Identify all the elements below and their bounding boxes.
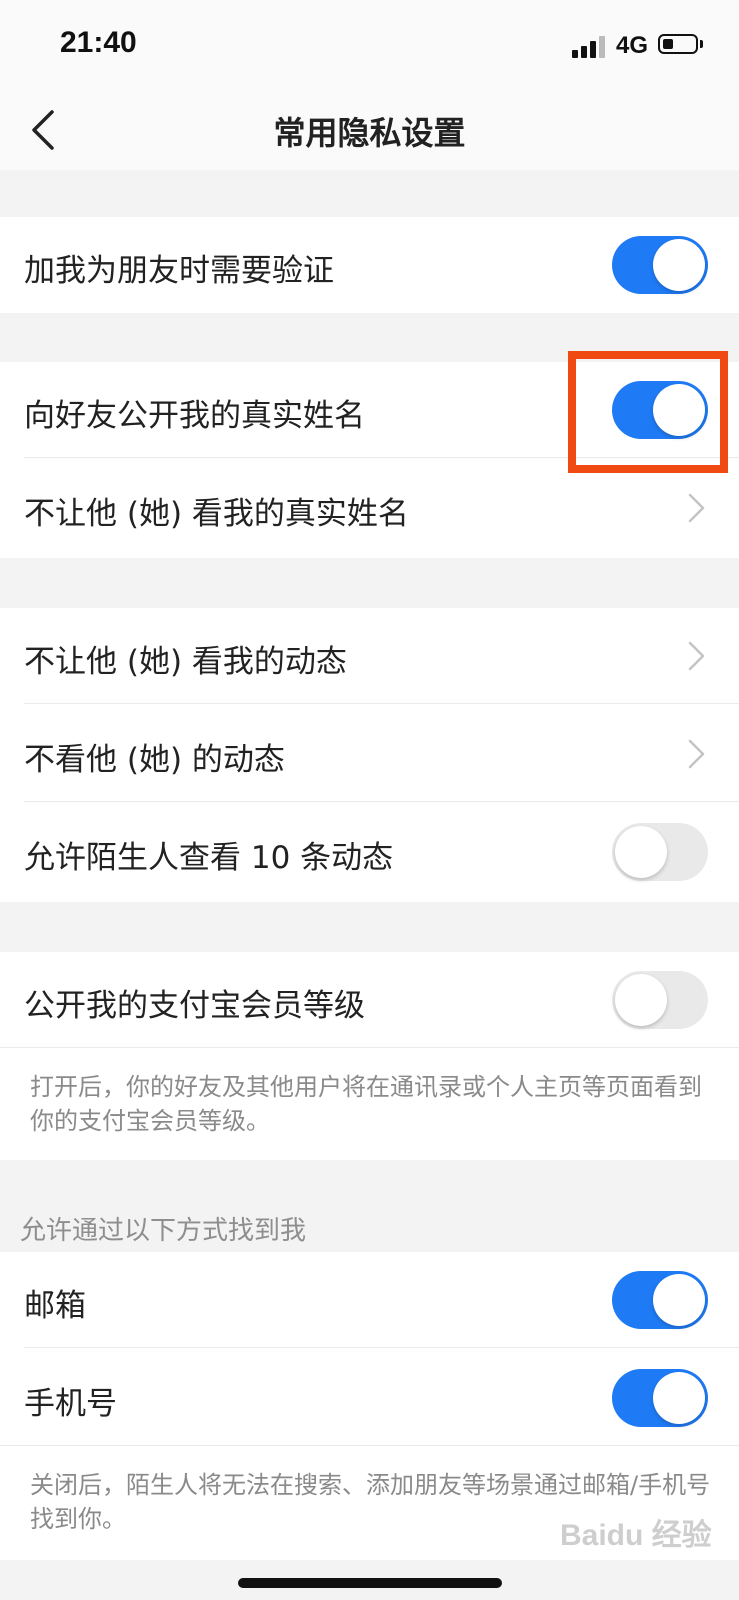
page-title: 常用隐私设置 [273,114,466,152]
highlight-box [568,351,728,473]
row-phone: 手机号 [0,1350,739,1446]
divider [0,1047,739,1048]
battery-cap [700,40,703,48]
toggle-knob [653,1372,705,1424]
row-email: 邮箱 [0,1252,739,1348]
email-toggle[interactable] [612,1271,708,1329]
strangers-ten-toggle[interactable] [612,823,708,881]
group-membership: 公开我的支付宝会员等级 打开后，你的好友及其他用户将在通讯录或个人主页等页面看到… [0,952,739,1160]
toggle-knob [653,239,705,291]
row-strangers-ten: 允许陌生人查看 10 条动态 [0,804,739,900]
membership-note: 打开后，你的好友及其他用户将在通讯录或个人主页等页面看到你的支付宝会员等级。 [30,1073,702,1135]
show-level-label: 公开我的支付宝会员等级 [24,988,365,1024]
nav-bar: 常用隐私设置 [0,88,739,170]
home-indicator [238,1578,502,1588]
divider [24,801,739,802]
phone-label: 手机号 [24,1386,117,1422]
signal-icon [572,34,608,58]
status-time: 21:40 [60,26,137,59]
status-bar: 21:40 4G [0,0,739,88]
friend-verify-label: 加我为朋友时需要验证 [24,253,334,289]
friend-verify-toggle[interactable] [612,236,708,294]
baidu-watermark: Baidu 经验 [560,1519,712,1552]
strangers-ten-label: 允许陌生人查看 10 条动态 [24,840,394,876]
row-friend-verify: 加我为朋友时需要验证 [0,217,739,313]
chevron-left-icon [32,110,54,150]
divider [0,1445,739,1446]
toggle-knob [615,974,667,1026]
chevron-right-icon [688,493,705,523]
toggle-knob [653,1274,705,1326]
find-me-header: 允许通过以下方式找到我 [20,1216,307,1246]
chevron-right-icon [688,641,705,671]
show-real-name-label: 向好友公开我的真实姓名 [24,398,365,434]
phone-toggle[interactable] [612,1369,708,1427]
row-dont-see-theirs[interactable]: 不看他 (她) 的动态 [0,706,739,802]
divider [24,1347,739,1348]
show-level-toggle[interactable] [612,971,708,1029]
chevron-right-icon [688,739,705,769]
group-friend-verify: 加我为朋友时需要验证 [0,217,739,313]
hide-real-name-label: 不让他 (她) 看我的真实姓名 [24,496,409,532]
row-hide-my-moments[interactable]: 不让他 (她) 看我的动态 [0,608,739,704]
toggle-knob [615,826,667,878]
hide-my-moments-label: 不让他 (她) 看我的动态 [24,644,347,680]
email-label: 邮箱 [24,1288,86,1324]
dont-see-theirs-label: 不看他 (她) 的动态 [24,742,285,778]
row-show-level: 公开我的支付宝会员等级 [0,952,739,1048]
back-button[interactable] [26,108,66,152]
network-type: 4G [616,32,649,59]
row-hide-real-name[interactable]: 不让他 (她) 看我的真实姓名 [0,460,739,556]
divider [24,703,739,704]
battery-icon [658,34,698,54]
privacy-settings-screen: 21:40 4G 常用隐私设置 加我为朋友时需要验证 向好友公开我的真实姓名 不… [0,0,739,1600]
group-moments: 不让他 (她) 看我的动态 不看他 (她) 的动态 允许陌生人查看 10 条动态 [0,608,739,902]
